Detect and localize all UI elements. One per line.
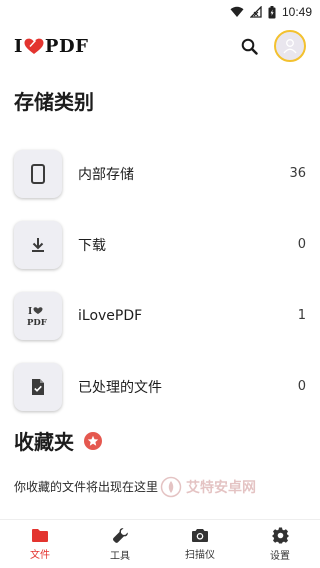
nav-label: 文件 [30,549,50,561]
wifi-icon [230,6,244,18]
nav-item-files[interactable]: 文件 [0,520,80,568]
storage-section-title: 存储类别 [14,90,94,114]
logo-letters-pdf: PDF [44,35,89,57]
storage-item-count: 36 [289,166,306,181]
search-icon [241,38,258,55]
app-bar: I PDF [0,24,320,68]
phone-icon [31,163,45,184]
storage-list: 内部存储 36 下载 0 I PDF iLovePDF 1 已处理的文件 0 [0,138,320,422]
download-icon [32,237,44,252]
user-icon [283,39,297,54]
storage-item-label: 下载 [78,237,106,254]
watermark-text: 艾特安卓网 [186,480,256,496]
nav-label: 工具 [110,550,130,562]
favorites-section-title: 收藏夹 [14,426,102,455]
storage-item-count: 0 [297,237,306,252]
storage-item-internal[interactable]: 内部存储 36 [0,138,320,209]
storage-item-label: 已处理的文件 [78,379,162,396]
no-signal-icon [249,6,262,18]
status-time: 10:49 [281,5,312,19]
logo-letter-i: I [14,35,23,57]
svg-text:I: I [28,307,32,317]
checked-file-icon [32,378,44,395]
storage-item-ilovepdf[interactable]: I PDF iLovePDF 1 [0,280,320,351]
storage-item-count: 0 [297,379,306,394]
gear-icon [272,527,288,543]
favorites-empty-text: 你收藏的文件将出现在这里 [14,480,159,494]
ilovepdf-logo: I PDF [14,36,88,57]
storage-item-count: 1 [297,308,306,323]
svg-text:PDF: PDF [27,318,47,327]
nav-label: 设置 [270,550,290,562]
status-bar: 10:49 [0,0,320,24]
screen: 10:49 I PDF 存储类别 内部存储 36 下载 0 I PDF iLov… [0,0,320,568]
nav-item-settings[interactable]: 设置 [240,520,320,568]
storage-tile [14,149,62,198]
ilovepdf-logo-icon: I PDF [27,307,47,327]
search-button[interactable] [236,33,262,59]
nav-item-scanner[interactable]: 扫描仪 [160,520,240,568]
wrench-icon [112,527,128,543]
bottom-nav: 文件 工具 扫描仪 设置 [0,519,320,568]
storage-item-processed[interactable]: 已处理的文件 0 [0,351,320,422]
storage-tile: I PDF [14,291,62,340]
favorites-title-text: 收藏夹 [14,430,74,454]
watermark-logo-icon [160,476,182,498]
storage-item-label: iLovePDF [78,307,143,324]
nav-item-tools[interactable]: 工具 [80,520,160,568]
star-icon [84,431,102,450]
storage-tile [14,220,62,269]
storage-item-downloads[interactable]: 下载 0 [0,209,320,280]
heart-icon [24,38,44,55]
storage-tile [14,362,62,411]
nav-label: 扫描仪 [185,549,215,561]
folder-icon [32,528,48,542]
storage-item-label: 内部存储 [78,166,134,183]
battery-icon [268,5,276,19]
watermark: 艾特安卓网 [160,476,256,498]
camera-icon [192,528,208,542]
avatar[interactable] [274,30,306,62]
